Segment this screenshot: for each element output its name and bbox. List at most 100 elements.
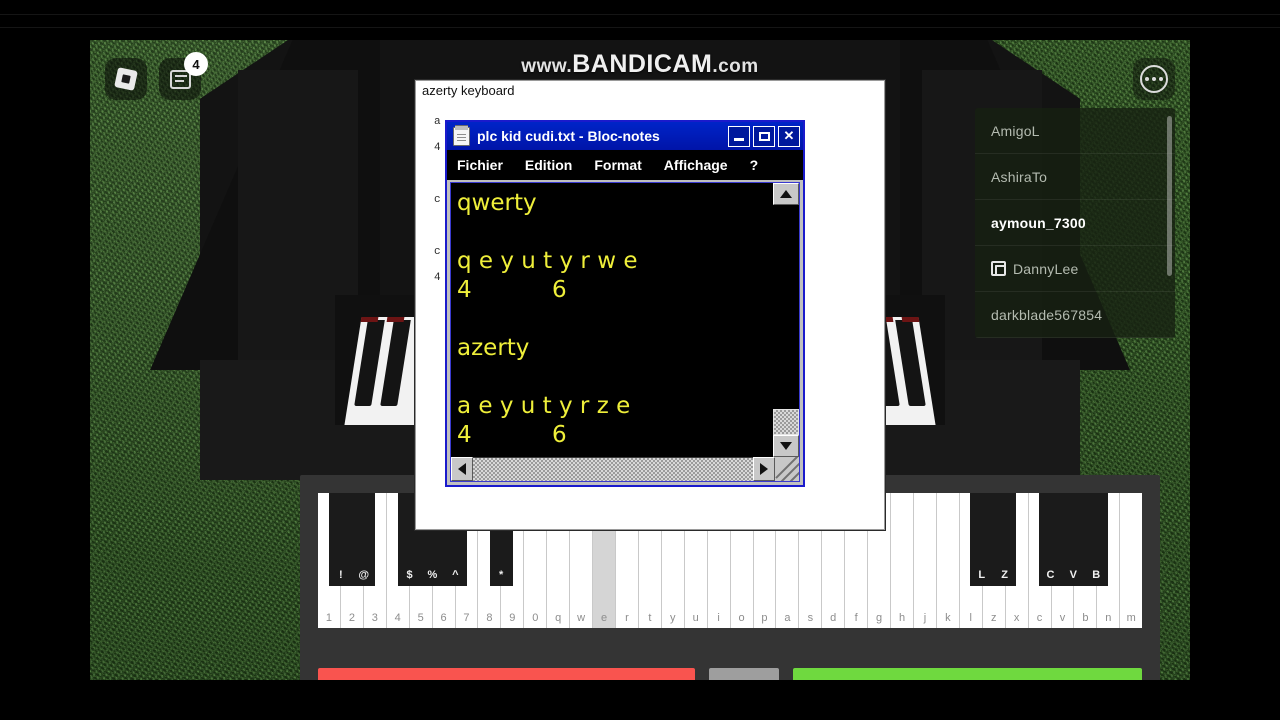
- notepad-icon: [453, 124, 470, 146]
- piano-key-label: 1: [325, 612, 333, 624]
- scroll-down-button[interactable]: [773, 435, 799, 457]
- piano-key-label: k: [945, 612, 951, 624]
- player-name: darkblade567854: [991, 306, 1103, 323]
- piano-key-label: 9: [509, 612, 516, 624]
- piano-key-label: s: [807, 612, 814, 624]
- player-list-item[interactable]: AshiraTo: [975, 154, 1175, 200]
- piano-key-highlight: [901, 317, 920, 322]
- piano-key-label: 6: [440, 612, 447, 624]
- minimize-button[interactable]: [728, 125, 750, 147]
- close-button[interactable]: ✕: [778, 125, 800, 147]
- piano-key-label: 5: [417, 612, 424, 624]
- piano-white-key[interactable]: z: [982, 493, 1006, 628]
- minimize-icon: [734, 138, 744, 141]
- piano-key-label: 3: [371, 612, 378, 624]
- piano-white-key[interactable]: l: [959, 493, 983, 628]
- piano-white-key[interactable]: 2: [340, 493, 364, 628]
- vertical-scroll-thumb[interactable]: [773, 409, 799, 435]
- notepad-body: qwerty q e y u t y r w e 4 6 azerty a e …: [450, 182, 800, 482]
- notepad-text-area[interactable]: qwerty q e y u t y r w e 4 6 azerty a e …: [451, 183, 772, 457]
- player-name: aymoun_7300: [991, 214, 1086, 231]
- piano-white-key[interactable]: n: [1097, 493, 1121, 628]
- screen-root: 4 AmigoL AshiraTo aymoun_7300 DannyLee darkb…: [0, 0, 1280, 720]
- notepad-vertical-scrollbar[interactable]: [772, 183, 799, 457]
- piano-white-key[interactable]: 1: [318, 493, 341, 628]
- quit-button[interactable]: Quitter (espace arrière): [318, 668, 696, 680]
- piano-white-key[interactable]: j: [913, 493, 937, 628]
- player-list-item[interactable]: DannyLee: [975, 246, 1175, 292]
- watermark-suffix: .com: [712, 56, 759, 77]
- piano-white-key[interactable]: c: [1028, 493, 1052, 628]
- piano-key-label: z: [990, 612, 997, 624]
- piano-white-key[interactable]: b: [1074, 493, 1098, 628]
- notepad-horizontal-scrollbar[interactable]: [451, 457, 799, 481]
- piano-white-key[interactable]: 3: [363, 493, 387, 628]
- player-list-item[interactable]: aymoun_7300: [975, 200, 1175, 246]
- watermark-brand: BANDICAM: [572, 50, 713, 78]
- menu-item-help[interactable]: ?: [750, 157, 759, 173]
- piano-white-key[interactable]: k: [936, 493, 960, 628]
- piano-key-label: o: [738, 612, 745, 624]
- premium-badge-icon: [991, 261, 1006, 276]
- menu-item-edition[interactable]: Edition: [525, 157, 572, 173]
- menu-item-affichage[interactable]: Affichage: [664, 157, 728, 173]
- scroll-left-button[interactable]: [451, 457, 473, 481]
- piano-key-label: w: [577, 612, 586, 624]
- piano-key-label: p: [761, 612, 768, 624]
- scroll-up-button[interactable]: [773, 183, 799, 205]
- menu-item-format[interactable]: Format: [594, 157, 641, 173]
- letterbox-bottom: [0, 680, 1280, 720]
- player-name: DannyLee: [1013, 260, 1079, 277]
- piano-key-highlight: [386, 317, 405, 322]
- player-list-scrollbar[interactable]: [1167, 116, 1172, 276]
- notepad-window-controls: ✕: [728, 125, 800, 147]
- piano-key-label: q: [555, 612, 562, 624]
- player-list-item[interactable]: AmigoL: [975, 108, 1175, 154]
- sheets-button[interactable]: Feuilles (Espace): [792, 668, 1142, 680]
- piano-key-label: l: [969, 612, 972, 624]
- piano-key-label: x: [1013, 612, 1020, 624]
- piano-key-label: h: [898, 612, 906, 624]
- player-list[interactable]: AmigoL AshiraTo aymoun_7300 DannyLee darkbla…: [975, 108, 1175, 338]
- resize-grip[interactable]: [775, 457, 799, 481]
- piano-key-label: d: [830, 612, 837, 624]
- piano-white-key[interactable]: 4: [386, 493, 410, 628]
- caps-button[interactable]: CAPS: [709, 668, 779, 680]
- piano-key-label: g: [876, 612, 883, 624]
- letterbox-top: [0, 0, 1280, 40]
- piano-button-row: Quitter (espace arrière) CAPS Feuilles (…: [318, 668, 1142, 680]
- piano-key-label: 4: [394, 612, 401, 624]
- piano-white-key[interactable]: x: [1005, 493, 1029, 628]
- menu-item-fichier[interactable]: Fichier: [457, 157, 503, 173]
- piano-key-label: 7: [463, 612, 470, 624]
- chevron-down-icon: [780, 442, 792, 450]
- notepad-window[interactable]: plc kid cudi.txt - Bloc-notes ✕ Fichier E…: [445, 120, 805, 487]
- notepad-title-bar[interactable]: plc kid cudi.txt - Bloc-notes ✕: [447, 122, 803, 150]
- piano-key-label: c: [1036, 612, 1043, 624]
- piano-key-highlight: [360, 317, 379, 322]
- piano-key-label: 8: [486, 612, 493, 624]
- piano-key-label: 0: [532, 612, 539, 624]
- notepad-menu-bar: Fichier Edition Format Affichage?: [447, 150, 803, 180]
- piano-white-key[interactable]: m: [1120, 493, 1142, 628]
- vertical-scroll-track[interactable]: [773, 205, 799, 435]
- chevron-left-icon: [458, 463, 466, 475]
- piano-key-label: r: [625, 612, 629, 624]
- player-list-item[interactable]: darkblade567854: [975, 292, 1175, 338]
- scroll-right-button[interactable]: [753, 457, 775, 481]
- bandicam-watermark: www.BANDICAM.com: [0, 50, 1280, 79]
- chevron-up-icon: [780, 190, 792, 198]
- piano-key-label: a: [784, 612, 791, 624]
- piano-key-label: e: [600, 612, 608, 624]
- piano-key-label: j: [923, 612, 927, 624]
- piano-key-label: i: [717, 612, 720, 624]
- maximize-icon: [758, 131, 770, 141]
- piano-white-key[interactable]: v: [1051, 493, 1075, 628]
- chevron-right-icon: [760, 463, 768, 475]
- piano-white-key[interactable]: h: [891, 493, 914, 628]
- horizontal-scroll-track[interactable]: [473, 457, 753, 481]
- maximize-button[interactable]: [753, 125, 775, 147]
- player-name: AshiraTo: [991, 168, 1048, 185]
- notepad-main: qwerty q e y u t y r w e 4 6 azerty a e …: [451, 183, 799, 457]
- piano-key-label: m: [1126, 612, 1136, 624]
